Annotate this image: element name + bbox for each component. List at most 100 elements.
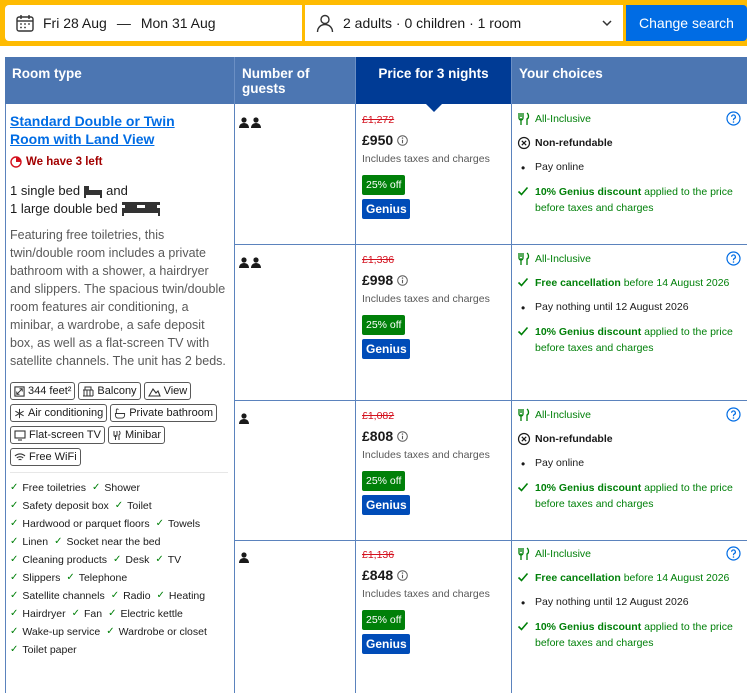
change-search-button[interactable]: Change search bbox=[626, 5, 747, 41]
person-icon bbox=[239, 255, 249, 272]
check-icon: ✓ bbox=[10, 572, 19, 583]
facility-item: ✓ Toilet bbox=[115, 497, 152, 515]
facility-item: ✓ Socket near the bed bbox=[54, 533, 160, 551]
nonrefund-icon bbox=[517, 135, 535, 150]
room-tag-label: View bbox=[163, 385, 188, 397]
price-value: £998 bbox=[362, 272, 394, 288]
choice-text-part: Free cancellation bbox=[535, 572, 621, 584]
bed-and: and bbox=[106, 183, 128, 198]
bullet-icon: • bbox=[521, 161, 526, 175]
info-icon[interactable] bbox=[397, 274, 408, 286]
check-icon: ✓ bbox=[92, 482, 101, 493]
info-icon[interactable] bbox=[397, 430, 408, 442]
original-price: £1,082 bbox=[362, 410, 395, 422]
guests-icons bbox=[239, 255, 263, 273]
grid-line bbox=[511, 104, 512, 693]
choice-text: All-Inclusive bbox=[535, 407, 745, 423]
room-tag: Private bathroom bbox=[110, 404, 217, 422]
facility-item: ✓ Shower bbox=[92, 479, 140, 497]
balcony-icon bbox=[82, 386, 94, 397]
check-icon: ✓ bbox=[54, 536, 63, 547]
choices-cell: All-Inclusive Non-refundable • Pay online 10… bbox=[517, 407, 745, 520]
info-icon[interactable] bbox=[397, 569, 408, 581]
original-price: £1,336 bbox=[362, 254, 395, 266]
choice-item: All-Inclusive bbox=[517, 546, 745, 562]
check-icon: ✓ bbox=[114, 500, 124, 511]
choice-item: All-Inclusive bbox=[517, 111, 745, 127]
check-icon: ✓ bbox=[10, 536, 19, 547]
help-icon[interactable] bbox=[726, 111, 741, 131]
grid-line bbox=[355, 104, 356, 693]
guests-selector[interactable]: 2 adults · 0 children · 1 room bbox=[305, 5, 623, 41]
check-icon: ✓ bbox=[71, 608, 80, 619]
view-icon bbox=[147, 386, 161, 397]
current-price: £848 bbox=[362, 567, 510, 583]
facility-label: Electric kettle bbox=[120, 608, 183, 620]
facility-label: Towels bbox=[168, 518, 201, 530]
original-price: £1,136 bbox=[362, 549, 395, 561]
help-icon[interactable] bbox=[726, 251, 741, 271]
facility-label: Radio bbox=[123, 590, 151, 602]
room-tag-label: Free WiFi bbox=[29, 451, 77, 463]
person-icon bbox=[251, 115, 261, 132]
facility-label: Hairdryer bbox=[22, 608, 66, 620]
check-icon: ✓ bbox=[113, 554, 122, 565]
choice-text-part: before 14 August 2026 bbox=[620, 277, 730, 289]
choice-text: Pay nothing until 12 August 2026 bbox=[535, 299, 745, 315]
room-tag: View bbox=[143, 382, 192, 400]
guests-summary: 2 adults · 0 children · 1 room bbox=[343, 15, 522, 31]
current-price: £950 bbox=[362, 132, 510, 148]
row-divider bbox=[234, 400, 747, 401]
choice-item: Non-refundable bbox=[517, 135, 745, 151]
room-tags: 344 feet² Balcony View Air conditioning Priv… bbox=[10, 382, 228, 466]
help-icon[interactable] bbox=[726, 407, 741, 427]
meal-icon bbox=[517, 407, 535, 422]
choice-item: • Pay online bbox=[517, 159, 745, 176]
price-value: £808 bbox=[362, 428, 394, 444]
info-icon[interactable] bbox=[397, 134, 408, 146]
check-in-date: Fri 28 Aug bbox=[43, 15, 107, 31]
room-tag: Balcony bbox=[78, 382, 141, 400]
choice-text: Free cancellation before 14 August 2026 bbox=[535, 275, 745, 291]
check-icon bbox=[517, 619, 535, 632]
check-icon: ✓ bbox=[108, 608, 117, 619]
grid-line bbox=[234, 104, 235, 693]
choice-text-part: Free cancellation bbox=[535, 277, 621, 289]
bullet-icon: • bbox=[521, 457, 526, 471]
choice-item: • Pay nothing until 12 August 2026 bbox=[517, 594, 745, 611]
meal-icon bbox=[517, 546, 535, 561]
help-icon[interactable] bbox=[726, 546, 741, 566]
room-tag-label: Air conditioning bbox=[28, 407, 104, 419]
choice-item: 10% Genius discount applied to the price… bbox=[517, 619, 745, 651]
person-icon bbox=[239, 411, 249, 428]
check-icon: ✓ bbox=[10, 608, 19, 619]
choice-text: Free cancellation before 14 August 2026 bbox=[535, 570, 745, 586]
choice-text-part: All-Inclusive bbox=[535, 113, 592, 125]
choice-text: Non-refundable bbox=[535, 431, 745, 447]
room-name-link[interactable]: Standard Double or Twin Room with Land V… bbox=[10, 112, 210, 148]
facility-label: Socket near the bed bbox=[66, 536, 161, 548]
discount-badge: 25% off bbox=[362, 610, 406, 630]
choice-item: Non-refundable bbox=[517, 431, 745, 447]
current-price: £998 bbox=[362, 272, 510, 288]
genius-badge: Genius bbox=[362, 634, 410, 654]
facility-item: ✓ Electric kettle bbox=[108, 605, 183, 623]
guests-icons bbox=[239, 411, 251, 429]
choice-item: All-Inclusive bbox=[517, 407, 745, 423]
choice-text-part: 10% Genius discount bbox=[535, 186, 642, 198]
facility-label: Linen bbox=[22, 536, 49, 548]
check-icon bbox=[517, 480, 535, 493]
facility-item: ✓ Toilet paper bbox=[10, 641, 77, 659]
double-bed-icon bbox=[121, 201, 161, 217]
genius-badge: Genius bbox=[362, 339, 410, 359]
table-header: Room type Number of guests Price for 3 n… bbox=[5, 57, 747, 112]
facility-item: ✓ Wake-up service bbox=[10, 623, 100, 641]
check-icon: ✓ bbox=[156, 590, 165, 601]
date-picker[interactable]: Fri 28 Aug — Mon 31 Aug bbox=[5, 5, 302, 41]
header-choices: Your choices bbox=[519, 66, 603, 81]
choice-text: 10% Genius discount applied to the price… bbox=[535, 184, 745, 216]
current-price: £808 bbox=[362, 428, 510, 444]
facility-label: Satellite channels bbox=[22, 590, 105, 602]
facility-label: Toilet paper bbox=[22, 644, 77, 656]
bed-info: 1 single bed and 1 large double bed bbox=[10, 182, 230, 218]
